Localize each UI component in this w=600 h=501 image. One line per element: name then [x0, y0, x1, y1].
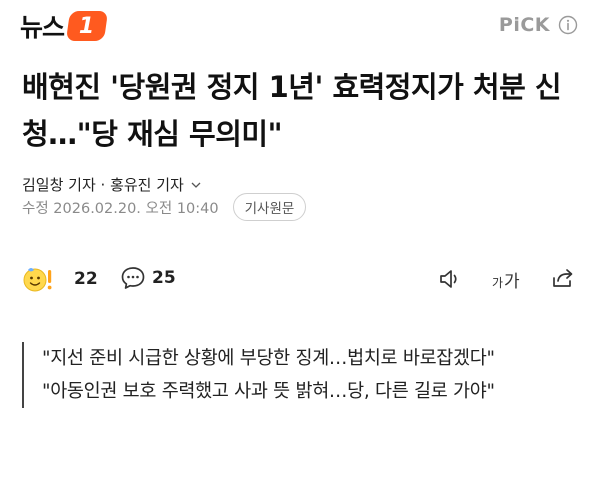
comment-count: 25: [152, 268, 176, 288]
original-article-button[interactable]: 기사원문: [232, 193, 307, 221]
reporter-names: 김일창 기자 · 홍유진 기자: [22, 176, 184, 194]
share-icon: [553, 269, 573, 287]
action-bar: 22 25 가 가: [22, 262, 578, 296]
date-row: 수정 2026.02.20. 오전 10:40 기사원문: [22, 193, 307, 221]
article-title: 배현진 '당원권 정지 1년' 효력정지가 처분 신청…"당 재심 무의미": [22, 70, 562, 151]
reaction-emoji-icon: [23, 268, 52, 292]
modified-date: 수정 2026.02.20. 오전 10:40: [22, 200, 219, 217]
top-header: 뉴스 1 PiCK: [0, 0, 600, 52]
summary-line-1: "지선 준비 시급한 상황에 부당한 징계…법치로 바로잡겠다": [42, 348, 495, 369]
share-button[interactable]: [550, 265, 576, 291]
pick-label: PiCK: [498, 14, 550, 36]
font-size-button[interactable]: 가 가: [492, 267, 520, 292]
logo-text: 뉴스: [20, 13, 65, 42]
logo-mark-number: 1: [79, 13, 95, 39]
reaction-button[interactable]: 22: [22, 264, 98, 294]
news1-logo[interactable]: 뉴스 1: [20, 10, 109, 42]
comment-icon: [121, 267, 145, 289]
chevron-down-icon[interactable]: [190, 179, 202, 191]
pick-badge[interactable]: PiCK: [499, 14, 578, 36]
font-size-big-label: 가: [504, 272, 520, 292]
article-summary: "지선 준비 시급한 상황에 부당한 징계…법치로 바로잡겠다" "아동인권 보…: [22, 342, 578, 408]
info-icon[interactable]: [558, 15, 578, 35]
comment-button[interactable]: 25: [120, 265, 176, 291]
listen-button[interactable]: [437, 266, 463, 292]
speaker-icon: [440, 270, 457, 288]
reaction-count: 22: [74, 269, 98, 289]
byline[interactable]: 김일창 기자 · 홍유진 기자: [22, 174, 202, 195]
font-size-small-label: 가: [492, 276, 504, 290]
summary-line-2: "아동인권 보호 주력했고 사과 뜻 밝혀…당, 다른 길로 가야": [42, 381, 495, 402]
logo-mark: 1: [65, 11, 109, 41]
